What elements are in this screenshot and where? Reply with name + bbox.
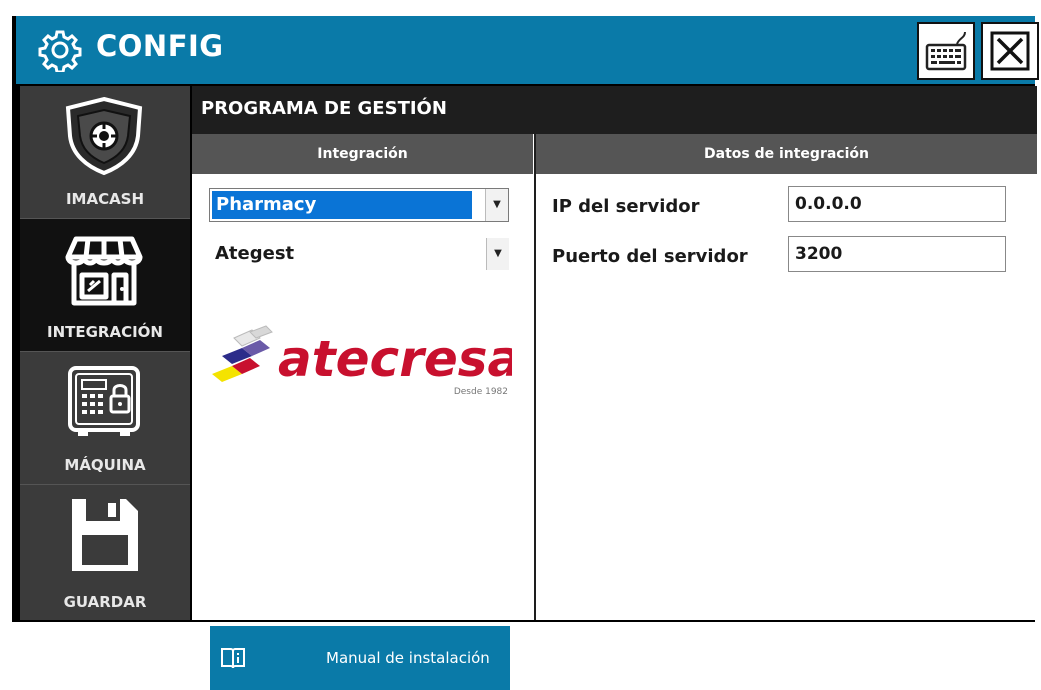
- chevron-down-icon[interactable]: ▼: [486, 238, 509, 270]
- sidebar-item-integracion[interactable]: INTEGRACIÓN: [20, 219, 190, 352]
- safe-icon: [68, 366, 140, 436]
- server-port-input[interactable]: [788, 236, 1006, 272]
- server-port-label: Puerto del servidor: [552, 246, 748, 267]
- select-value: Ategest: [215, 243, 295, 264]
- page-title: PROGRAMA DE GESTIÓN: [201, 98, 447, 119]
- installation-manual-button[interactable]: Manual de instalación: [210, 626, 510, 690]
- main-panel: PROGRAMA DE GESTIÓN Integración Datos de…: [192, 86, 1037, 690]
- config-window: CONFIG IMACASH INTEGRACIÓN MÁQUINA GUARD…: [12, 16, 1039, 690]
- server-ip-input[interactable]: [788, 186, 1006, 222]
- manual-button-label: Manual de instalación: [326, 649, 490, 667]
- window-title: CONFIG: [96, 29, 224, 63]
- select-value: Pharmacy: [212, 191, 472, 219]
- server-ip-label: IP del servidor: [552, 196, 700, 217]
- book-info-icon: [221, 648, 245, 669]
- close-button[interactable]: [981, 22, 1039, 80]
- close-icon: [990, 31, 1030, 71]
- integration-column: Pharmacy ▼ Ategest ▼ atecresa Desde 1982: [192, 174, 533, 690]
- integration-column-header: Integración: [192, 134, 533, 174]
- shield-icon: [65, 96, 143, 176]
- integration-program-select[interactable]: Pharmacy ▼: [209, 188, 509, 222]
- sidebar-item-maquina[interactable]: MÁQUINA: [20, 352, 190, 485]
- sidebar-item-label: GUARDAR: [63, 593, 147, 611]
- logo-brand-text: atecresa: [278, 330, 512, 388]
- gear-icon: [38, 30, 82, 72]
- atecresa-logo: atecresa Desde 1982: [212, 325, 512, 397]
- logo-tagline: Desde 1982: [454, 387, 508, 397]
- store-icon: [65, 236, 143, 306]
- keyboard-button[interactable]: [917, 22, 975, 80]
- data-column-header: Datos de integración: [534, 134, 1037, 174]
- sidebar-item-label: MÁQUINA: [64, 456, 146, 474]
- sidebar-item-label: IMACASH: [65, 190, 145, 208]
- section-header: PROGRAMA DE GESTIÓN: [192, 86, 1037, 134]
- chevron-down-icon[interactable]: ▼: [485, 189, 508, 221]
- sidebar-item-guardar[interactable]: GUARDAR: [20, 485, 190, 618]
- sidebar-item-imacash[interactable]: IMACASH: [20, 86, 190, 219]
- keyboard-icon: [925, 31, 967, 71]
- sidebar: IMACASH INTEGRACIÓN MÁQUINA GUARDAR: [20, 86, 190, 620]
- sidebar-item-label: INTEGRACIÓN: [47, 323, 163, 341]
- floppy-disk-icon: [72, 499, 138, 571]
- title-bar: CONFIG: [12, 16, 1039, 84]
- integration-data-column: IP del servidor Puerto del servidor: [534, 174, 1037, 620]
- integration-variant-select[interactable]: Ategest ▼: [209, 238, 509, 272]
